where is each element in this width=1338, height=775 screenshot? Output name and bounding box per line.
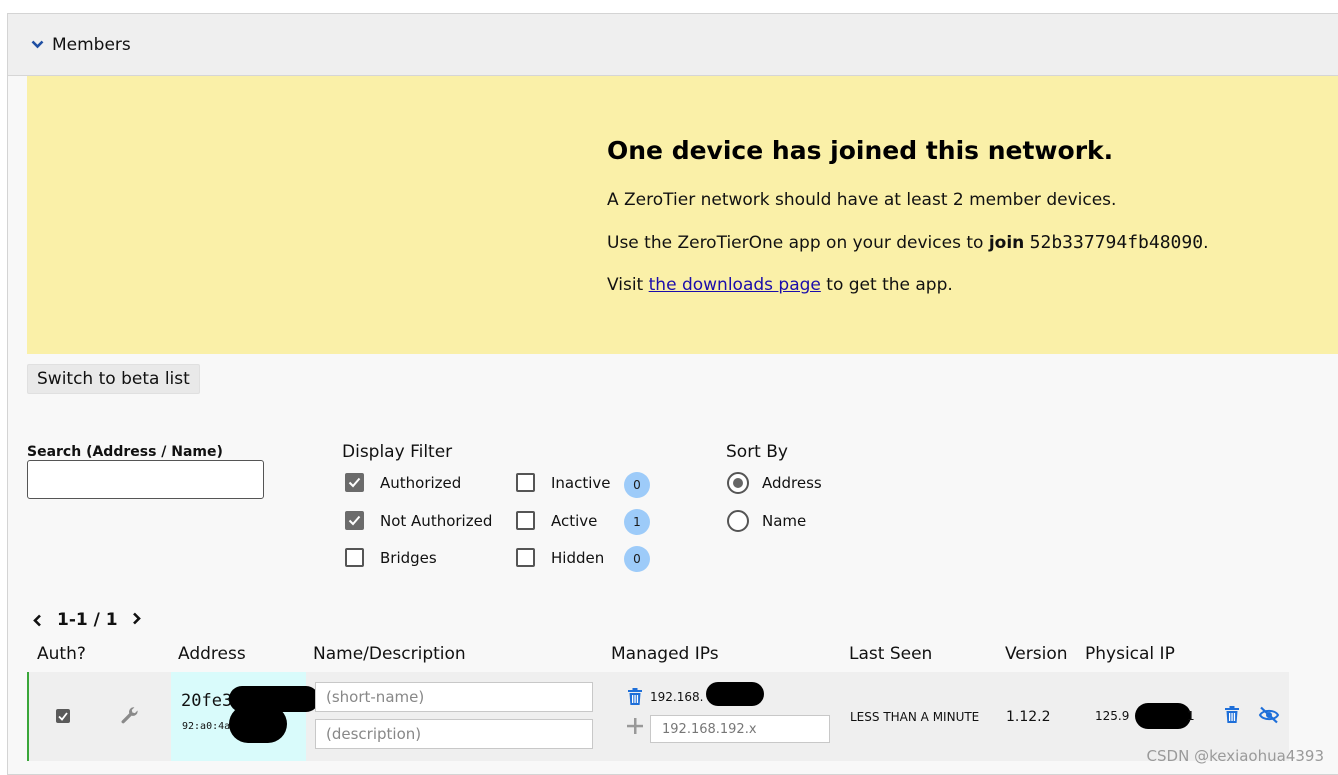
network-id: 52b337794fb48090 <box>1029 232 1204 253</box>
next-page-icon[interactable] <box>130 612 144 625</box>
filter-active-checkbox[interactable]: Active <box>516 511 597 530</box>
page-range: 1-1 / 1 <box>57 610 118 630</box>
banner-line-downloads: Visit the downloads page to get the app. <box>607 275 953 295</box>
sort-name-radio[interactable]: Name <box>727 510 806 532</box>
active-count-badge: 1 <box>624 509 650 535</box>
display-filter-title: Display Filter <box>342 442 453 462</box>
redaction-mark <box>1135 703 1191 729</box>
managed-ip: 192.168. <box>650 690 704 704</box>
hidden-count-badge: 0 <box>624 546 650 572</box>
filter-active-label: Active <box>551 511 598 530</box>
member-address: 20fe3 <box>181 691 233 711</box>
member-last-seen: LESS THAN A MINUTE <box>850 710 980 724</box>
downloads-page-link[interactable]: the downloads page <box>649 275 821 295</box>
checkbox-unchecked-icon <box>345 548 364 567</box>
checkbox-checked-icon <box>345 473 364 492</box>
filter-bridges-checkbox[interactable]: Bridges <box>345 548 437 567</box>
table-row: 20fe3 92:a0:4a3 (short-name) (descriptio… <box>27 672 1289 761</box>
filter-inactive-checkbox[interactable]: Inactive <box>516 473 611 492</box>
radio-selected-icon <box>727 472 749 494</box>
redaction-mark <box>229 705 287 743</box>
join-word: join <box>988 233 1025 253</box>
filter-hidden-checkbox[interactable]: Hidden <box>516 548 604 567</box>
redaction-mark <box>706 682 764 706</box>
banner-heading: One device has joined this network. <box>607 136 1114 165</box>
member-version: 1.12.2 <box>1006 709 1051 725</box>
inactive-count-badge: 0 <box>624 472 650 498</box>
search-label: Search (Address / Name) <box>27 444 223 460</box>
sort-by-title: Sort By <box>726 442 788 462</box>
filter-not-authorized-label: Not Authorized <box>380 511 493 530</box>
column-header-managed-ips: Managed IPs <box>611 644 719 664</box>
filter-inactive-label: Inactive <box>551 473 611 492</box>
search-input[interactable] <box>27 460 264 499</box>
checkbox-unchecked-icon <box>516 548 535 567</box>
column-header-name: Name/Description <box>313 644 466 664</box>
column-header-auth: Auth? <box>37 644 86 664</box>
new-managed-ip-input[interactable]: 192.168.192.x <box>650 715 830 743</box>
trash-icon[interactable] <box>627 688 643 710</box>
hide-member-eye-slash-icon[interactable] <box>1258 706 1280 728</box>
filter-bridges-label: Bridges <box>380 548 437 567</box>
join-network-banner: One device has joined this network. A Ze… <box>27 76 1338 354</box>
filter-authorized-checkbox[interactable]: Authorized <box>345 473 461 492</box>
members-panel: Members One device has joined this netwo… <box>7 13 1338 775</box>
sort-name-label: Name <box>762 512 807 530</box>
banner-line-join: Use the ZeroTierOne app on your devices … <box>607 232 1209 253</box>
plus-icon[interactable] <box>627 718 643 738</box>
previous-page-icon[interactable] <box>30 614 44 627</box>
sort-address-radio[interactable]: Address <box>727 472 822 494</box>
delete-member-trash-icon[interactable] <box>1224 706 1240 728</box>
filter-authorized-label: Authorized <box>380 473 462 492</box>
short-name-input[interactable]: (short-name) <box>315 682 593 712</box>
checkbox-checked-icon <box>345 511 364 530</box>
members-section-title: Members <box>52 34 131 55</box>
pagination: 1-1 / 1 <box>30 610 144 630</box>
column-header-last-seen: Last Seen <box>849 644 933 664</box>
members-section-header[interactable]: Members <box>8 14 1338 76</box>
column-header-version: Version <box>1005 644 1068 664</box>
description-input[interactable]: (description) <box>315 719 593 749</box>
banner-line-min-devices: A ZeroTier network should have at least … <box>607 190 1117 210</box>
filter-hidden-label: Hidden <box>551 548 605 567</box>
member-authorized-checkbox[interactable] <box>56 709 70 723</box>
sort-address-label: Address <box>762 474 822 492</box>
radio-unselected-icon <box>727 510 749 532</box>
column-header-address: Address <box>178 644 246 664</box>
switch-to-beta-list-button[interactable]: Switch to beta list <box>27 364 200 394</box>
checkbox-unchecked-icon <box>516 473 535 492</box>
column-header-physical-ip: Physical IP <box>1085 644 1175 664</box>
watermark: CSDN @kexiaohua4393 <box>1146 747 1324 765</box>
physical-ip: 125.9 <box>1095 709 1130 723</box>
wrench-icon[interactable] <box>120 706 140 730</box>
chevron-down-icon <box>30 38 44 52</box>
filter-not-authorized-checkbox[interactable]: Not Authorized <box>345 511 492 530</box>
physical-ip-suffix: 1 <box>1187 709 1195 723</box>
checkbox-unchecked-icon <box>516 511 535 530</box>
